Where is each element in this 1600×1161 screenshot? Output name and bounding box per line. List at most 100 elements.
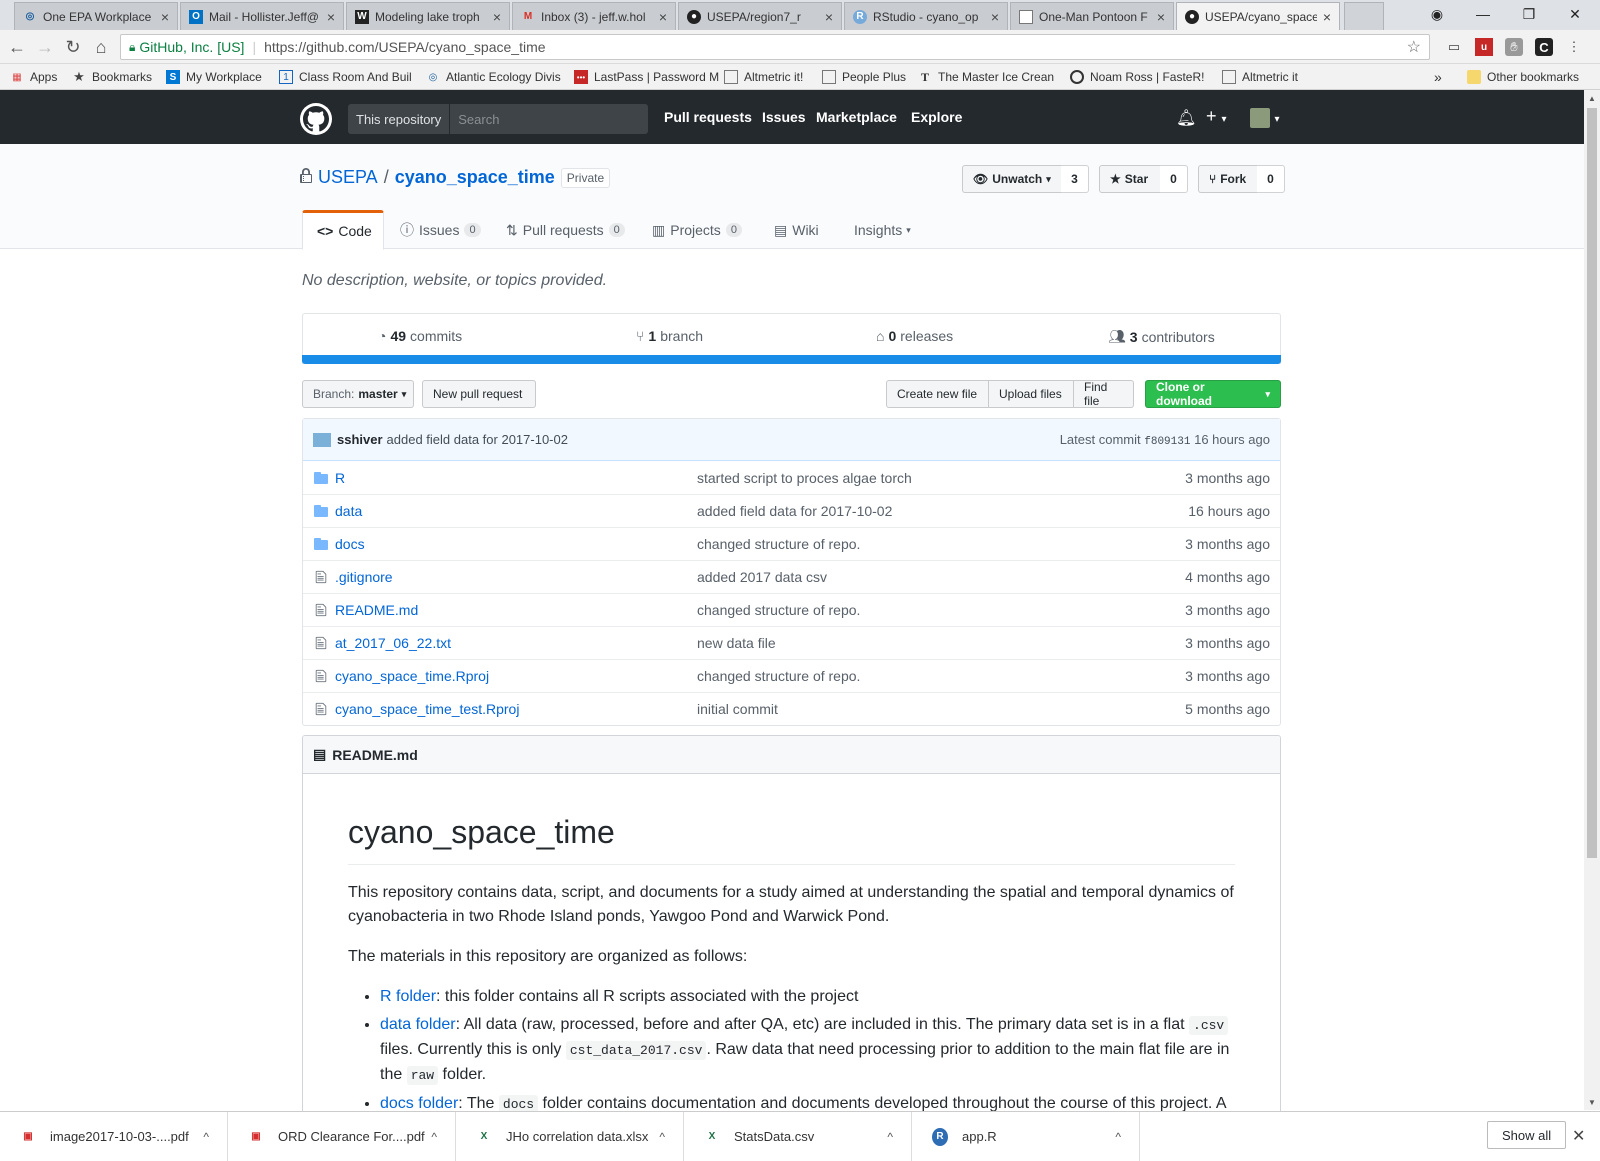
- chevron-up-icon[interactable]: ^: [431, 1130, 437, 1144]
- restore-icon[interactable]: ❐: [1506, 0, 1552, 28]
- bookmark-item[interactable]: 1 Class Room And Buil: [279, 68, 412, 86]
- create-new-file-button[interactable]: Create new file: [886, 380, 989, 408]
- bookmark-item[interactable]: S My Workplace: [166, 68, 262, 86]
- bookmark-item[interactable]: People Plus: [822, 68, 906, 86]
- close-icon[interactable]: ×: [493, 9, 501, 25]
- bookmark-item[interactable]: ••• LastPass | Password M: [574, 68, 719, 86]
- url-text[interactable]: https://github.com/USEPA/cyano_space_tim…: [264, 39, 545, 55]
- branch-select-button[interactable]: Branch: master ▾: [302, 380, 414, 408]
- site-identity[interactable]: GitHub, Inc. [US]: [139, 39, 244, 55]
- file-commit-message[interactable]: changed structure of repo.: [697, 536, 860, 552]
- repo-name-link[interactable]: cyano_space_time: [395, 167, 555, 188]
- file-commit-message[interactable]: changed structure of repo.: [697, 668, 860, 684]
- menu-icon[interactable]: ⋮: [1565, 38, 1583, 56]
- file-commit-message[interactable]: added field data for 2017-10-02: [697, 503, 892, 519]
- releases-link[interactable]: ⌂ 0 releases: [876, 328, 953, 344]
- file-commit-message[interactable]: changed structure of repo.: [697, 602, 860, 618]
- fork-button[interactable]: ⑂ Fork: [1198, 165, 1258, 193]
- file-link[interactable]: cyano_space_time.Rproj: [335, 668, 697, 684]
- close-icon[interactable]: ×: [1323, 9, 1331, 25]
- file-link[interactable]: cyano_space_time_test.Rproj: [335, 701, 697, 717]
- nav-issues[interactable]: Issues: [762, 109, 806, 125]
- close-icon[interactable]: ×: [659, 9, 667, 25]
- nav-marketplace[interactable]: Marketplace: [816, 109, 897, 125]
- page-scrollbar[interactable]: ▲ ▼: [1584, 90, 1600, 1110]
- window-close-icon[interactable]: ✕: [1552, 0, 1598, 28]
- close-icon[interactable]: ×: [991, 9, 999, 25]
- download-item[interactable]: X StatsData.csv ^: [684, 1112, 912, 1161]
- bookmark-star-icon[interactable]: ☆: [1407, 37, 1421, 57]
- file-link[interactable]: at_2017_06_22.txt: [335, 635, 697, 651]
- r-folder-link[interactable]: R folder: [380, 988, 436, 1005]
- watch-count[interactable]: 3: [1061, 165, 1089, 193]
- search-input[interactable]: [450, 104, 635, 134]
- chevron-up-icon[interactable]: ^: [1115, 1130, 1121, 1144]
- cast-icon[interactable]: ▭: [1445, 38, 1463, 56]
- docs-folder-link[interactable]: docs folder: [380, 1095, 458, 1112]
- browser-tab[interactable]: ◎ One EPA Workplace ×: [14, 2, 178, 30]
- notification-bell-icon[interactable]: 🔔︎: [1176, 108, 1196, 128]
- scroll-up-icon[interactable]: ▲: [1584, 90, 1600, 106]
- back-arrow-icon[interactable]: ←: [4, 35, 30, 59]
- tab-insights[interactable]: Insights ▾: [840, 210, 925, 250]
- tab-projects[interactable]: ▥ Projects 0: [638, 210, 756, 250]
- github-logo-icon[interactable]: [300, 103, 332, 135]
- upload-files-button[interactable]: Upload files: [988, 380, 1074, 408]
- forward-arrow-icon[interactable]: →: [32, 35, 58, 59]
- data-folder-link[interactable]: data folder: [380, 1016, 456, 1033]
- browser-tab[interactable]: One-Man Pontoon F ×: [1010, 2, 1174, 30]
- bookmark-item[interactable]: Altmetric it: [1222, 68, 1298, 86]
- close-icon[interactable]: ×: [1157, 9, 1165, 25]
- bookmark-item[interactable]: T The Master Ice Crean: [918, 68, 1054, 86]
- branches-link[interactable]: ⑂ 1 branch: [636, 328, 703, 344]
- address-bar[interactable]: 🔒︎ GitHub, Inc. [US] | https://github.co…: [120, 34, 1430, 60]
- commits-link[interactable]: ◔ 49 commits: [378, 328, 462, 344]
- download-item[interactable]: X JHo correlation data.xlsx ^: [456, 1112, 684, 1161]
- file-link[interactable]: README.md: [335, 602, 697, 618]
- scroll-down-icon[interactable]: ▼: [1584, 1094, 1600, 1110]
- commit-sha[interactable]: f809131: [1144, 436, 1190, 448]
- tab-issues[interactable]: ⓘ Issues 0: [386, 210, 495, 250]
- browser-tab[interactable]: ● USEPA/region7_r ×: [678, 2, 842, 30]
- close-icon[interactable]: ×: [161, 9, 169, 25]
- browser-tab[interactable]: W Modeling lake troph ×: [346, 2, 510, 30]
- file-link[interactable]: R: [335, 470, 697, 486]
- file-link[interactable]: data: [335, 503, 697, 519]
- fork-count[interactable]: 0: [1257, 165, 1285, 193]
- browser-tab[interactable]: O Mail - Hollister.Jeff@ ×: [180, 2, 344, 30]
- nav-pull-requests[interactable]: Pull requests: [664, 109, 752, 125]
- reload-icon[interactable]: ↻: [60, 35, 86, 59]
- tab-code[interactable]: <> Code: [302, 210, 384, 250]
- repo-owner-link[interactable]: USEPA: [318, 167, 378, 188]
- close-downloads-icon[interactable]: ✕: [1572, 1126, 1585, 1146]
- bookmark-item[interactable]: ◎ Atlantic Ecology Divis: [426, 68, 561, 86]
- clone-download-button[interactable]: Clone or download ▾: [1145, 380, 1281, 408]
- scrollbar-thumb[interactable]: [1587, 108, 1597, 858]
- star-count[interactable]: 0: [1160, 165, 1188, 193]
- bookmark-item[interactable]: ▦ Apps: [10, 68, 57, 86]
- download-item[interactable]: ▣ ORD Clearance For....pdf ^: [228, 1112, 456, 1161]
- contributors-link[interactable]: 👥︎ 3 contributors: [1108, 328, 1215, 345]
- file-commit-message[interactable]: started script to proces algae torch: [697, 470, 912, 486]
- browser-tab[interactable]: M Inbox (3) - jeff.w.hol ×: [512, 2, 676, 30]
- unwatch-button[interactable]: 👁︎ Unwatch ▾: [962, 165, 1062, 193]
- find-file-button[interactable]: Find file: [1073, 380, 1134, 408]
- bookmarks-overflow[interactable]: »: [1434, 68, 1442, 86]
- chevron-up-icon[interactable]: ^: [887, 1130, 893, 1144]
- extension-icon[interactable]: ✋︎: [1505, 38, 1523, 56]
- download-item[interactable]: ▣ image2017-10-03-....pdf ^: [0, 1112, 228, 1161]
- commit-author[interactable]: sshiver: [337, 432, 383, 447]
- avatar[interactable]: [313, 432, 331, 447]
- avatar[interactable]: ▾: [1250, 108, 1279, 128]
- tab-wiki[interactable]: ▤ Wiki: [760, 210, 833, 250]
- other-bookmarks[interactable]: Other bookmarks: [1467, 68, 1579, 86]
- new-tab-button[interactable]: [1344, 2, 1384, 30]
- ublock-icon[interactable]: u: [1475, 38, 1493, 56]
- close-icon[interactable]: ×: [327, 9, 335, 25]
- bookmark-item[interactable]: Noam Ross | FasteR!: [1070, 68, 1204, 86]
- file-commit-message[interactable]: added 2017 data csv: [697, 569, 827, 585]
- file-commit-message[interactable]: new data file: [697, 635, 776, 651]
- browser-tab[interactable]: R RStudio - cyano_op ×: [844, 2, 1008, 30]
- file-link[interactable]: docs: [335, 536, 697, 552]
- show-all-button[interactable]: Show all: [1487, 1121, 1567, 1149]
